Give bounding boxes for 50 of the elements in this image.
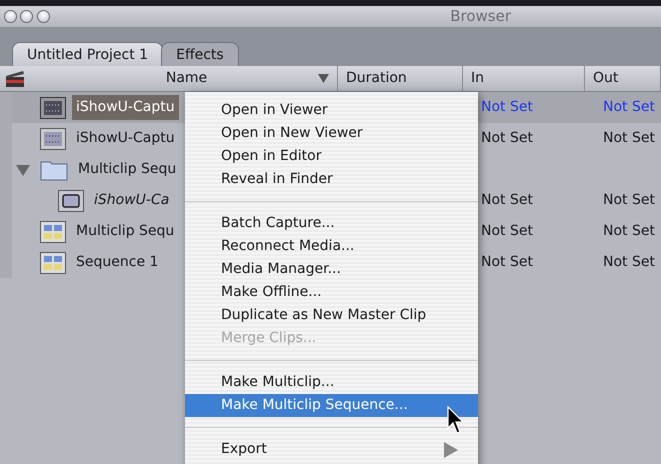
menu-item: Merge Clips... [220,329,318,348]
menu-item[interactable]: Export [185,438,478,461]
tab[interactable]: Untitled Project 1 [12,42,164,66]
film-clip-icon [40,96,66,118]
folder-icon [40,158,68,180]
mouse-pointer-icon [447,406,465,434]
clip-icon [58,190,84,212]
out-point-value: Not Set [603,130,655,146]
column-header[interactable]: Out [585,66,661,91]
out-point-value: Not Set [603,192,655,208]
window-control-button[interactable] [4,10,16,23]
menu-item[interactable]: Reconnect Media... [185,235,478,258]
window-control-button[interactable] [20,10,33,23]
item-name[interactable]: iShowU-Ca [90,188,174,213]
submenu-arrow-icon [444,442,458,458]
tab[interactable]: Effects [161,42,239,66]
item-name[interactable]: Sequence 1 [72,250,162,275]
menu-item[interactable]: Make Multiclip Sequence... [185,394,478,417]
in-point-value: Not Set [481,130,533,146]
in-point-value: Not Set [481,254,533,270]
item-name[interactable]: Multiclip Sequ [72,219,178,244]
sequence-icon [40,220,66,242]
menu-item[interactable]: Open in Editor [185,145,478,168]
in-point-value: Not Set [481,223,533,239]
column-header[interactable]: Duration [338,66,463,91]
item-name[interactable]: iShowU-Captu [72,95,179,120]
out-point-value: Not Set [603,223,655,239]
item-name[interactable]: Multiclip Sequ [74,157,180,182]
clapperboard-icon [4,69,26,90]
film-clip-icon [40,128,66,150]
menu-item[interactable]: Open in New Viewer [185,122,478,145]
out-point-value: Not Set [603,254,655,270]
menu-item[interactable]: Batch Capture... [185,212,478,235]
in-point-value: Not Set [481,99,533,115]
in-point-value: Not Set [481,192,533,208]
menu-item[interactable]: Open in Viewer [185,99,478,122]
window-control-button[interactable] [36,10,50,23]
column-header[interactable]: Name [36,66,338,91]
column-header[interactable]: In [463,66,585,91]
window-title: Browser [450,6,511,28]
menu-item[interactable]: Media Manager... [185,258,478,281]
out-point-value: Not Set [603,99,655,115]
menu-item[interactable]: Make Offline... [185,281,478,304]
menu-item[interactable]: Duplicate as New Master Clip [185,304,478,327]
item-name[interactable]: iShowU-Captu [72,126,179,151]
menu-item[interactable]: Reveal in Finder [185,168,478,191]
menu-item[interactable]: Make Multiclip... [185,371,478,394]
sequence-icon [40,252,66,274]
disclosure-triangle-icon[interactable] [16,164,30,176]
sort-arrow-icon[interactable] [318,74,329,83]
